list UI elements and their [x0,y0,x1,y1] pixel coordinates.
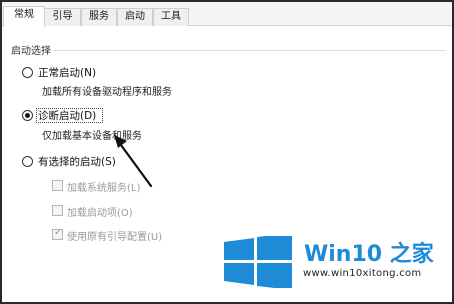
tab-boot[interactable]: 引导 [44,8,81,26]
load-startup-items-checkbox[interactable] [52,205,63,216]
normal-startup-description: 加载所有设备驱动程序和服务 [42,87,172,98]
diagnostic-startup-label[interactable]: 诊断启动(D) [38,108,96,123]
annotation-arrow-icon [114,135,153,188]
load-system-services-checkbox[interactable] [52,180,63,191]
startup-selection-title: 启动选择 [8,42,54,57]
normal-startup-label[interactable]: 正常启动(N) [38,65,96,80]
watermark-url: www.win10xitong.com [303,268,422,279]
selective-startup-radio[interactable] [22,156,33,167]
watermark-brand: Win10 之家 [304,242,434,267]
tab-strip: 常规 引导 服务 启动 工具 [2,2,452,27]
group-border [10,50,446,51]
tab-services[interactable]: 服务 [81,8,117,26]
windows-logo-icon [224,236,292,288]
load-startup-items-label: 加载启动项(O) [67,208,133,219]
tab-tools[interactable]: 工具 [153,8,189,26]
use-original-boot-config-label: 使用原有引导配置(U) [67,232,163,243]
normal-startup-radio[interactable] [22,67,33,78]
tab-general[interactable]: 常规 [3,6,45,27]
diagnostic-startup-radio[interactable] [22,110,33,121]
use-original-boot-config-checkbox[interactable] [52,227,63,240]
tab-startup[interactable]: 启动 [117,8,153,26]
